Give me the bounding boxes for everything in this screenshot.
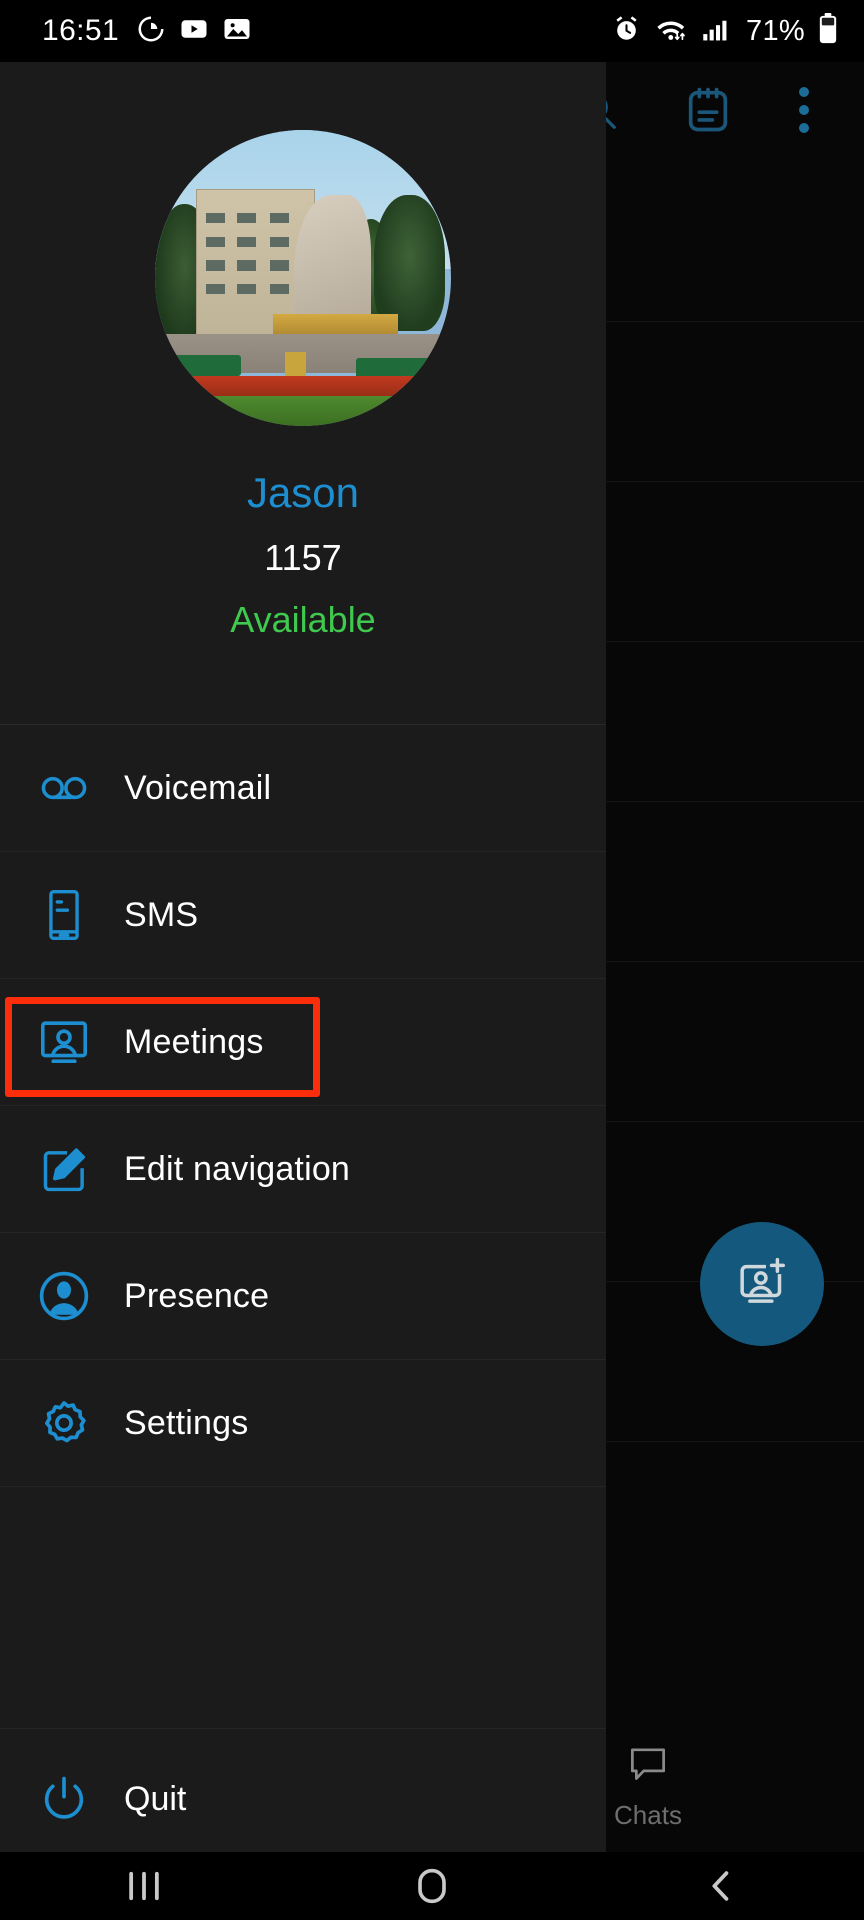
grammarly-icon: [136, 14, 166, 49]
status-bar-notification-icons: [136, 14, 252, 49]
avatar[interactable]: [155, 130, 451, 426]
presence-icon: [28, 1268, 100, 1324]
edit-navigation-icon: [28, 1142, 100, 1196]
alarm-icon: [611, 13, 642, 49]
phone-screen: 16:51 71% Chats Jason 1157 Available Voi…: [0, 0, 864, 1920]
profile-extension: 1157: [264, 537, 342, 578]
add-meeting-fab[interactable]: [700, 1222, 824, 1346]
overflow-menu-icon[interactable]: [796, 84, 812, 141]
menu-item-sms-label: SMS: [124, 895, 199, 934]
add-meeting-icon: [734, 1254, 790, 1315]
avatar-bench-left: [163, 354, 241, 376]
menu-item-voicemail[interactable]: Voicemail: [0, 725, 606, 852]
settings-gear-icon: [28, 1396, 100, 1450]
profile-name: Jason: [246, 469, 360, 516]
menu-item-meetings[interactable]: Meetings: [0, 979, 606, 1106]
avatar-grass: [155, 396, 451, 426]
drawer-menu: Voicemail SMS Meetings Edit navigation P…: [0, 724, 606, 1869]
menu-item-presence-label: Presence: [124, 1276, 270, 1315]
menu-item-meetings-label: Meetings: [124, 1022, 264, 1061]
battery-percent-label: 71%: [746, 14, 805, 47]
chats-icon: [625, 1744, 671, 1791]
notes-icon[interactable]: [682, 84, 734, 141]
menu-item-quit[interactable]: Quit: [0, 1729, 606, 1869]
navigation-drawer: Jason 1157 Available Voicemail SMS Meeti…: [0, 62, 606, 1852]
sms-icon: [28, 887, 100, 943]
gallery-icon: [222, 14, 252, 49]
status-bar-system-icons: 71%: [611, 13, 838, 49]
menu-item-settings-label: Settings: [124, 1403, 249, 1442]
recents-button[interactable]: [84, 1852, 204, 1920]
signal-icon: [702, 15, 730, 48]
status-bar: 16:51 71%: [0, 0, 864, 62]
profile-header[interactable]: Jason 1157 Available: [0, 62, 606, 724]
android-navigation-bar: [0, 1852, 864, 1920]
menu-item-quit-label: Quit: [124, 1779, 187, 1818]
back-button[interactable]: [660, 1852, 780, 1920]
voicemail-icon: [28, 760, 100, 816]
status-bar-clock: 16:51: [42, 14, 120, 47]
drawer-spacer: [0, 1487, 606, 1729]
power-icon: [28, 1772, 100, 1826]
tab-chats-label: Chats: [614, 1799, 682, 1830]
battery-icon: [818, 13, 838, 49]
menu-item-voicemail-label: Voicemail: [124, 768, 272, 807]
menu-item-edit-navigation[interactable]: Edit navigation: [0, 1106, 606, 1233]
meetings-icon: [28, 1014, 100, 1070]
menu-item-presence[interactable]: Presence: [0, 1233, 606, 1360]
youtube-icon: [179, 14, 209, 49]
menu-item-settings[interactable]: Settings: [0, 1360, 606, 1487]
home-button[interactable]: [372, 1852, 492, 1920]
menu-item-sms[interactable]: SMS: [0, 852, 606, 979]
avatar-tree-right: [374, 195, 446, 332]
avatar-trash-can: [285, 352, 306, 379]
profile-presence-status: Available: [230, 599, 376, 640]
wifi-icon: [655, 13, 689, 49]
menu-item-edit-navigation-label: Edit navigation: [124, 1149, 351, 1188]
